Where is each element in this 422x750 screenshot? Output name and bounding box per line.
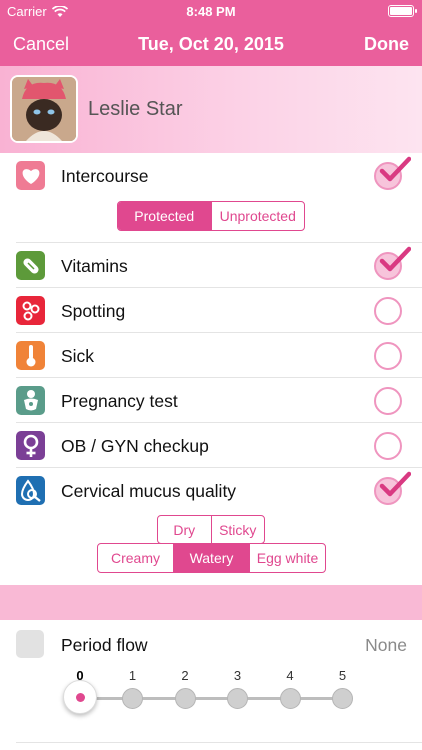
heart-icon	[16, 161, 45, 190]
row-label: Sick	[61, 346, 95, 366]
row-label: Cervical mucus quality	[61, 481, 237, 501]
intercourse-checkbox[interactable]	[374, 156, 411, 190]
option-watery[interactable]: Watery	[173, 544, 249, 572]
flow-level-label: 1	[128, 668, 137, 683]
profile-name: Leslie Star	[88, 98, 183, 120]
drop-magnifier-icon	[16, 476, 45, 505]
flow-level-stop[interactable]	[174, 688, 196, 709]
flow-level-label: 2	[181, 668, 189, 683]
period-flow-slider-track[interactable]	[82, 697, 340, 700]
intercourse-protection-segmented: Protected Unprotected	[117, 201, 305, 231]
sick-checkbox[interactable]	[374, 342, 402, 370]
row-cervical-mucus[interactable]: Cervical mucus quality	[0, 468, 422, 513]
checkmark-icon	[379, 156, 411, 182]
obgyn-checkbox[interactable]	[374, 432, 402, 460]
row-label: Pregnancy test	[61, 391, 178, 411]
row-vitamins[interactable]: Vitamins	[0, 243, 422, 288]
option-egg-white[interactable]: Egg white	[249, 544, 325, 572]
done-button[interactable]: Done	[364, 34, 409, 55]
checkmark-icon	[379, 246, 411, 272]
option-creamy[interactable]: Creamy	[98, 544, 173, 572]
option-protected[interactable]: Protected	[118, 202, 211, 230]
period-flow-value: None	[365, 635, 407, 655]
female-symbol-icon	[16, 431, 45, 460]
pill-icon	[16, 251, 45, 280]
row-obgyn-checkup[interactable]: OB / GYN checkup	[0, 423, 422, 468]
flow-level-stop[interactable]	[227, 688, 248, 709]
status-bar: Carrier 8:48 PM	[0, 0, 422, 22]
profile-header: Leslie Star	[0, 66, 422, 153]
vitamins-checkbox[interactable]	[374, 246, 411, 280]
pregnancy-test-checkbox[interactable]	[374, 387, 402, 415]
divider	[16, 742, 422, 743]
avatar[interactable]	[10, 75, 78, 143]
status-time: 8:48 PM	[186, 4, 236, 19]
flow-level-label: 4	[286, 668, 294, 683]
row-label: OB / GYN checkup	[61, 436, 209, 456]
spotting-checkbox[interactable]	[374, 297, 402, 325]
row-pregnancy-test[interactable]: Pregnancy test	[0, 378, 422, 423]
checkmark-icon	[379, 471, 411, 497]
row-spotting[interactable]: Spotting	[0, 288, 422, 333]
thermometer-icon	[16, 341, 45, 370]
page-title: Tue, Oct 20, 2015	[138, 34, 284, 54]
row-label: Vitamins	[61, 256, 128, 276]
row-label: Spotting	[61, 301, 126, 321]
option-dry[interactable]: Dry	[158, 516, 211, 543]
mucus-quality-segmented-bottom: Creamy Watery Egg white	[97, 543, 326, 573]
row-sick[interactable]: Sick	[0, 333, 422, 378]
spots-icon	[16, 296, 45, 325]
cervical-mucus-checkbox[interactable]	[374, 471, 411, 505]
baby-icon	[16, 386, 45, 415]
flow-level-stop[interactable]	[332, 688, 353, 709]
flow-level-label: 3	[233, 668, 242, 683]
cat-avatar-icon	[12, 77, 76, 141]
period-flow-label: Period flow	[61, 635, 148, 655]
flow-level-stop[interactable]	[122, 688, 143, 709]
battery-icon	[388, 5, 417, 17]
period-flow-icon	[16, 630, 44, 658]
option-unprotected[interactable]: Unprotected	[210, 202, 305, 230]
flow-level-stop[interactable]	[279, 688, 301, 709]
mucus-quality-segmented-top: Dry Sticky	[157, 515, 265, 544]
section-separator	[0, 585, 422, 620]
flow-level-label: 5	[338, 668, 347, 683]
flow-slider-thumb[interactable]	[63, 680, 97, 714]
row-label: Intercourse	[61, 166, 149, 186]
nav-bar: Carrier 8:48 PM Cancel Tue, Oct 20, 2015…	[0, 0, 422, 66]
option-sticky[interactable]: Sticky	[210, 516, 265, 543]
row-intercourse[interactable]: Intercourse	[0, 153, 422, 198]
